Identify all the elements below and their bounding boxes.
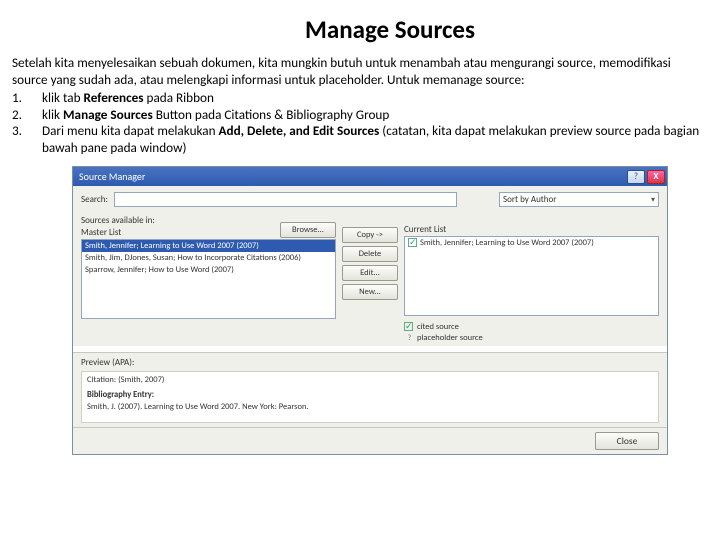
copy-button[interactable]: Copy -> — [342, 227, 398, 243]
preview-box: Citation: (Smith, 2007) Bibliography Ent… — [81, 371, 659, 423]
master-listbox[interactable]: Smith, Jennifer; Learning to Use Word 20… — [81, 239, 336, 319]
list-item: 1.klik tab References pada Ribbon — [12, 90, 708, 107]
preview-bib-header: Bibliography Entry: — [87, 390, 653, 402]
list-item[interactable]: Smith, Jennifer; Learning to Use Word 20… — [82, 240, 335, 252]
search-label: Search: — [81, 194, 108, 205]
close-icon[interactable]: X — [647, 170, 665, 184]
search-input[interactable] — [114, 192, 457, 207]
source-manager-dialog: Source Manager ? X Search: Sort by Autho… — [72, 166, 668, 455]
intro-paragraph: Setelah kita menyelesaikan sebuah dokume… — [12, 55, 708, 88]
dialog-titlebar[interactable]: Source Manager ? X — [73, 167, 667, 186]
preview-label: Preview (APA): — [81, 357, 659, 368]
list-item: 2.klik Manage Sources Button pada Citati… — [12, 107, 708, 124]
preview-bib-text: Smith, J. (2007). Learning to Use Word 2… — [87, 402, 653, 414]
list-item[interactable]: Smith, Jennifer; Learning to Use Word 20… — [405, 237, 658, 249]
edit-button[interactable]: Edit... — [342, 265, 398, 281]
master-list-label: Master List — [81, 227, 155, 238]
page-title: Manage Sources — [12, 14, 708, 45]
check-icon — [408, 238, 417, 247]
browse-button[interactable]: Browse... — [280, 222, 336, 238]
chevron-down-icon: ▾ — [651, 195, 655, 205]
list-item[interactable]: Sparrow, Jennifer; How to Use Word (2007… — [82, 264, 335, 276]
list-item[interactable]: Smith, Jim, DJones, Susan; How to Incorp… — [82, 252, 335, 264]
check-icon — [404, 322, 413, 331]
dialog-title: Source Manager — [79, 170, 625, 183]
delete-button[interactable]: Delete — [342, 246, 398, 262]
close-button[interactable]: Close — [595, 432, 659, 450]
sort-dropdown[interactable]: Sort by Author ▾ — [499, 192, 659, 207]
sources-available-label: Sources available in: — [81, 215, 155, 226]
new-button[interactable]: New... — [342, 284, 398, 300]
steps-list: 1.klik tab References pada Ribbon 2.klik… — [12, 90, 708, 156]
legend: cited source ?placeholder source — [404, 322, 659, 344]
help-button[interactable]: ? — [627, 170, 645, 184]
current-list-label: Current List — [404, 224, 659, 235]
list-item: 3.Dari menu kita dapat melakukan Add, De… — [12, 123, 708, 156]
current-listbox[interactable]: Smith, Jennifer; Learning to Use Word 20… — [404, 236, 659, 316]
preview-citation: Citation: (Smith, 2007) — [87, 375, 653, 387]
question-icon: ? — [404, 333, 415, 344]
